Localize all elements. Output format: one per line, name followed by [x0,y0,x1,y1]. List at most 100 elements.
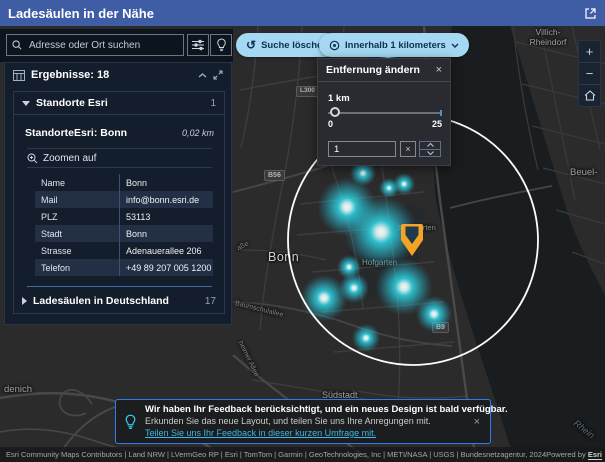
results-count-title: Ergebnisse: 18 [31,69,110,81]
road-shield-b56: B56 [264,170,285,181]
powered-by-label: Powered by [546,450,586,459]
field-value: Adenauerallee 206 [119,242,213,259]
distance-input[interactable] [328,141,396,157]
map-label-rheindorf: Rheindorf [529,37,567,48]
slider-handle[interactable] [330,107,340,117]
map-label-villich: Villich- [535,27,561,37]
app-header: Ladesäulen in der Nähe [0,0,605,26]
charging-station-dot[interactable] [393,173,415,195]
group-divider [27,286,212,287]
stepper-up-button[interactable] [419,141,441,150]
field-label: Strasse [41,245,72,256]
charging-station-dot[interactable] [352,324,380,352]
slider-max-label: 25 [431,119,442,129]
close-icon[interactable]: × [472,416,482,428]
group-count: 17 [204,295,216,307]
map-attribution-text: Esri Community Maps Contributors | Land … [6,450,547,459]
group-ladesaeulen-deutschland[interactable]: Ladesäulen in Deutschland 17 [14,289,224,313]
charging-station-dot[interactable] [301,275,347,321]
map-label-endenich: denich [4,384,32,395]
table-icon [13,69,25,81]
page-title: Ladesäulen in der Nähe [8,5,154,21]
table-row: Mail info@bonn.esri.de [35,191,213,208]
group-label: Standorte Esri [36,97,108,109]
table-row: Strasse Adenauerallee 206 [35,242,213,259]
table-row: Stadt Bonn [35,225,213,242]
feedback-banner-text: Wir haben Ihr Feedback berücksichtigt, u… [145,403,508,440]
result-item-title: StandorteEsri: Bonn [25,127,128,139]
feedback-survey-link[interactable]: Teilen Sie uns Ihr Feedback in dieser ku… [145,428,464,440]
expand-panel-icon[interactable] [213,70,223,80]
result-item-distance: 0,02 km [181,128,214,138]
slider-value-label: 1 km [328,93,350,104]
distance-slider[interactable] [328,107,442,117]
search-icon [12,40,22,50]
caret-right-icon [22,297,27,305]
field-label: Mail [41,194,58,205]
group-standorte-esri[interactable]: Standorte Esri 1 [14,92,224,115]
zoom-to-icon [27,153,38,163]
map-controls: + − [578,40,601,107]
search-input[interactable] [27,38,178,52]
table-row: Telefon +49 89 207 005 1200 [35,259,213,276]
attributes-table: Name Bonn Mail info@bonn.esri.de PLZ 531… [35,174,213,276]
clear-input-button[interactable]: × [400,141,416,157]
attribution-bar: Esri Community Maps Contributors | Land … [0,447,605,462]
app-window: Villich- Rheindorf Beuel- Bonn Hofgarten… [0,0,605,462]
field-value: +49 89 207 005 1200 [119,259,213,276]
field-label: PLZ [41,211,58,222]
results-panel-header: Ergebnisse: 18 [5,63,231,87]
location-pin-icon[interactable] [400,223,424,258]
zoom-to-button[interactable]: Zoomen auf [27,148,212,168]
results-group-box: Standorte Esri 1 StandorteEsri: Bonn 0,0… [13,91,225,314]
tips-button[interactable] [210,34,232,56]
home-extent-button[interactable] [579,84,600,106]
results-panel: Ergebnisse: 18 Standorte Esri 1 Standort… [4,62,232,325]
filter-settings-button[interactable] [187,34,209,56]
radius-dropdown-button[interactable]: Innerhalb 1 kilometers [319,33,469,57]
sliders-icon [192,39,204,51]
group-count: 1 [210,97,216,109]
slider-min-label: 0 [328,119,334,129]
road-shield-l300: L300 [296,86,319,97]
target-icon [329,40,340,50]
field-label: Name [41,177,66,188]
feedback-banner: Wir haben Ihr Feedback berücksichtigt, u… [115,399,508,444]
esri-brand-link[interactable]: Esri [587,450,603,460]
distance-dialog: Entfernung ändern × 1 km 0 25 × [317,58,451,166]
zoom-to-label: Zoomen auf [43,152,97,164]
search-input-wrap [6,34,184,56]
powered-by: Powered by Esri [546,450,603,460]
feedback-subtitle: Erkunden Sie das neue Layout, und teilen… [145,415,431,426]
table-row: PLZ 53113 [35,208,213,225]
stepper-down-button[interactable] [419,149,441,157]
feedback-title: Wir haben Ihr Feedback berücksichtigt, u… [145,403,508,415]
distance-dialog-title: Entfernung ändern [326,64,420,76]
distance-dialog-header: Entfernung ändern × [318,59,450,82]
field-value: Bonn [119,225,213,242]
caret-down-icon [22,100,30,106]
slider-minmax: 0 25 [328,119,442,129]
number-stepper [419,141,441,157]
share-export-icon[interactable] [584,7,597,20]
field-value: info@bonn.esri.de [119,191,213,208]
slider-end-tick [440,110,442,116]
zoom-in-button[interactable]: + [579,41,600,62]
collapse-chevron-icon[interactable] [198,72,207,78]
result-item-header[interactable]: StandorteEsri: Bonn 0,02 km [14,115,224,139]
field-value: Bonn [119,174,213,191]
field-label: Telefon [41,262,71,273]
map-label-beuel: Beuel- [570,167,598,178]
zoom-out-button[interactable]: − [579,62,600,84]
clear-x-icon: × [405,144,411,154]
chevron-down-icon [451,43,459,48]
radius-dropdown-label: Innerhalb 1 kilometers [345,39,446,51]
group-label: Ladesäulen in Deutschland [33,295,169,307]
search-bar-container [0,29,233,62]
charging-station-dot[interactable] [416,296,452,332]
home-icon [584,90,595,101]
table-row: Name Bonn [35,174,213,191]
reset-icon: ↺ [246,38,257,52]
close-icon[interactable]: × [436,64,442,76]
lightbulb-icon [216,38,226,52]
